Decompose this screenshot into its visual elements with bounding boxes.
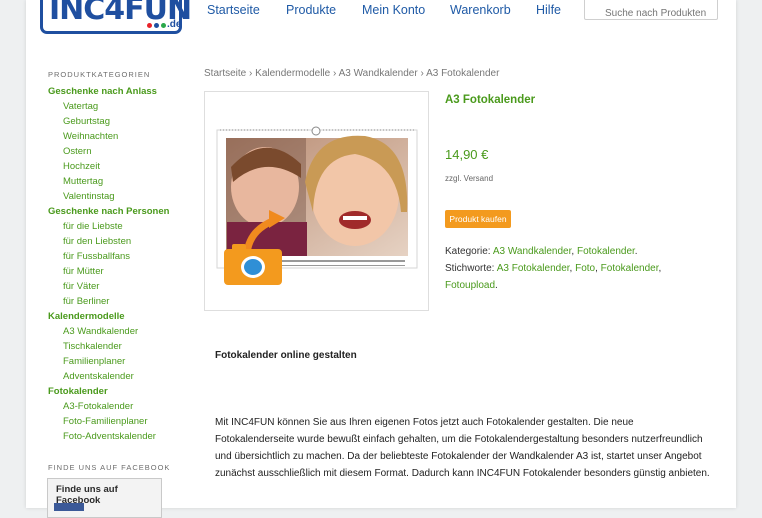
product-price: 14,90 € xyxy=(445,147,489,162)
category-link-fotokalender[interactable]: Fotokalender xyxy=(577,246,635,257)
category-label: Kategorie: xyxy=(445,246,491,257)
product-title: A3 Fotokalender xyxy=(445,94,536,106)
sidebar-item-liebsten[interactable]: für den Liebsten xyxy=(63,236,131,247)
logo-suffix: .de xyxy=(167,19,182,30)
breadcrumb-startseite[interactable]: Startseite xyxy=(204,68,246,79)
nav-warenkorb[interactable]: Warenkorb xyxy=(450,3,511,17)
product-categories-heading: PRODUKTKATEGORIEN xyxy=(48,70,151,79)
sidebar-item-familienplaner[interactable]: Familienplaner xyxy=(63,356,125,367)
sidebar-cat-geschenke-anlass[interactable]: Geschenke nach Anlass xyxy=(48,86,157,97)
tag-link-fotokalender[interactable]: Fotokalender xyxy=(601,263,659,274)
facebook-widget[interactable]: Finde uns auf Facebook xyxy=(47,478,162,518)
sidebar-item-fussballfans[interactable]: für Fussballfans xyxy=(63,251,130,262)
sidebar-item-a3-wandkalender[interactable]: A3 Wandkalender xyxy=(63,326,138,337)
sidebar-item-adventskalender[interactable]: Adventskalender xyxy=(63,371,134,382)
logo-dots xyxy=(147,23,166,28)
buy-button[interactable]: Produkt kaufen xyxy=(445,210,511,228)
sidebar-cat-geschenke-personen[interactable]: Geschenke nach Personen xyxy=(48,206,169,217)
breadcrumb-separator: › xyxy=(333,68,337,79)
sidebar-item-vatertag[interactable]: Vatertag xyxy=(63,101,98,112)
breadcrumb-separator: › xyxy=(249,68,253,79)
logo-dot-blue xyxy=(154,23,159,28)
sidebar-item-valentinstag[interactable]: Valentinstag xyxy=(63,191,115,202)
logo-dot-red xyxy=(147,23,152,28)
sidebar-item-weihnachten[interactable]: Weihnachten xyxy=(63,131,118,142)
category-link-a3-wandkalender[interactable]: A3 Wandkalender xyxy=(493,246,572,257)
product-tags: Stichworte: A3 Fotokalender, Foto, Fotok… xyxy=(445,263,662,274)
sidebar-cat-fotokalender[interactable]: Fotokalender xyxy=(48,386,108,397)
breadcrumb-separator: › xyxy=(420,68,424,79)
description-heading: Fotokalender online gestalten xyxy=(215,350,357,361)
nav-hilfe[interactable]: Hilfe xyxy=(536,3,561,17)
sidebar-item-ostern[interactable]: Ostern xyxy=(63,146,92,157)
tag-link-foto[interactable]: Foto xyxy=(575,263,595,274)
breadcrumb-a3-wandkalender[interactable]: A3 Wandkalender xyxy=(339,68,418,79)
breadcrumb-current: A3 Fotokalender xyxy=(426,68,500,79)
sidebar-item-liebste[interactable]: für die Liebste xyxy=(63,221,123,232)
sidebar-item-muttertag[interactable]: Muttertag xyxy=(63,176,103,187)
nav-produkte[interactable]: Produkte xyxy=(286,3,336,17)
facebook-heading: FINDE UNS AUF FACEBOOK xyxy=(48,463,171,472)
product-tags-cont: Fotoupload. xyxy=(445,280,498,291)
sidebar-item-hochzeit[interactable]: Hochzeit xyxy=(63,161,100,172)
tag-link-fotoupload[interactable]: Fotoupload xyxy=(445,280,495,291)
sidebar-item-a3-fotokalender[interactable]: A3-Fotokalender xyxy=(63,401,133,412)
sidebar-item-vaeter[interactable]: für Väter xyxy=(63,281,99,292)
logo-dot-green xyxy=(161,23,166,28)
site-logo[interactable]: INC4FUN .de xyxy=(40,0,192,34)
product-categories: Kategorie: A3 Wandkalender, Fotokalender… xyxy=(445,246,638,257)
breadcrumb: Startseite › Kalendermodelle › A3 Wandka… xyxy=(204,68,499,79)
sidebar-item-tischkalender[interactable]: Tischkalender xyxy=(63,341,122,352)
shipping-note: zzgl. Versand xyxy=(445,174,494,183)
search-input[interactable] xyxy=(584,0,718,20)
camera-icon xyxy=(224,244,282,285)
sidebar-item-foto-adventskalender[interactable]: Foto-Adventskalender xyxy=(63,431,156,442)
product-image[interactable] xyxy=(204,91,429,311)
sidebar-cat-kalendermodelle[interactable]: Kalendermodelle xyxy=(48,311,125,322)
sidebar-item-foto-familienplaner[interactable]: Foto-Familienplaner xyxy=(63,416,147,427)
description-text: Mit INC4FUN können Sie aus Ihren eigenen… xyxy=(215,417,710,479)
nav-mein-konto[interactable]: Mein Konto xyxy=(362,3,425,17)
breadcrumb-kalendermodelle[interactable]: Kalendermodelle xyxy=(255,68,330,79)
nav-startseite[interactable]: Startseite xyxy=(207,3,260,17)
sidebar-item-berliner[interactable]: für Berliner xyxy=(63,296,109,307)
tag-link-a3-fotokalender[interactable]: A3 Fotokalender xyxy=(497,263,570,274)
facebook-like-bar xyxy=(54,503,84,511)
sidebar-item-muetter[interactable]: für Mütter xyxy=(63,266,104,277)
tags-label: Stichworte: xyxy=(445,263,495,274)
sidebar-item-geburtstag[interactable]: Geburtstag xyxy=(63,116,110,127)
